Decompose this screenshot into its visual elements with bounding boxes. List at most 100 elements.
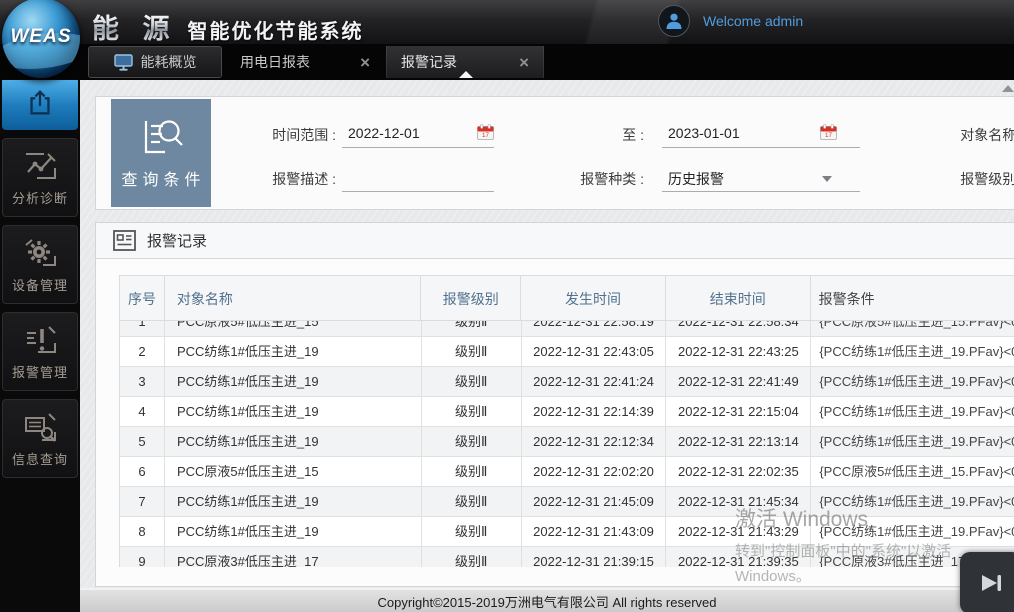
to-value[interactable]: 2023-01-01 xyxy=(668,125,740,141)
cell-alarm-condition: {PCC原液5#低压主进_15.PFav}<0.9 xyxy=(811,321,1014,336)
column-header-condition[interactable]: 报警条件 xyxy=(811,276,1014,320)
tab-label: 能耗概览 xyxy=(141,52,197,72)
table-row[interactable]: 5 PCC纺练1#低压主进_19 级别Ⅱ 2022-12-31 22:12:34… xyxy=(120,427,1014,457)
footer: Copyright©2015-2019万洲电气有限公司 All rights r… xyxy=(80,588,1014,612)
cell-start-time: 2022-12-31 22:41:24 xyxy=(522,367,667,396)
cell-end-time: 2022-12-31 22:43:25 xyxy=(666,337,811,366)
table-row[interactable]: 6 PCC原液5#低压主进_15 级别Ⅱ 2022-12-31 22:02:20… xyxy=(120,457,1014,487)
to-underline xyxy=(662,147,860,148)
alarm-type-select[interactable]: 历史报警 xyxy=(668,169,724,189)
table-row[interactable]: 1 PCC原液5#低压主进_15 级别Ⅱ 2022-12-31 22:58:19… xyxy=(120,321,1014,337)
query-conditions-block: 查询条件 xyxy=(111,99,211,207)
alarm-table-viewport: 1 PCC原液5#低压主进_15 级别Ⅱ 2022-12-31 22:58:19… xyxy=(119,321,1014,567)
tab-alarm-records[interactable]: 报警记录 × xyxy=(386,46,544,78)
tab-bar: 能耗概览 用电日报表 × 报警记录 × xyxy=(0,44,1014,80)
column-header-index[interactable]: 序号 xyxy=(120,276,165,320)
form-icon xyxy=(113,230,136,251)
table-row[interactable]: 8 PCC纺练1#低压主进_19 级别Ⅱ 2022-12-31 21:43:09… xyxy=(120,517,1014,547)
cell-end-time: 2022-12-31 22:58:34 xyxy=(666,321,811,336)
user-avatar-icon[interactable] xyxy=(658,5,690,37)
sidebar-item-analysis[interactable]: 分析诊断 xyxy=(2,138,78,217)
sidebar-item-info-query[interactable]: 信息查询 xyxy=(2,399,78,478)
tab-energy-overview[interactable]: 能耗概览 xyxy=(88,46,222,78)
cell-alarm-condition: {PCC纺练1#低压主进_19.PFav}<0.9 xyxy=(811,487,1014,516)
info-search-icon xyxy=(22,410,58,444)
sidebar-item-label: 设备管理 xyxy=(12,275,68,294)
cell-alarm-level: 级别Ⅱ xyxy=(422,457,522,486)
column-header-end[interactable]: 结束时间 xyxy=(666,276,811,320)
cell-end-time: 2022-12-31 22:15:04 xyxy=(666,397,811,426)
user-area[interactable]: Welcome admin xyxy=(658,5,803,37)
calendar-icon[interactable]: 17 xyxy=(477,124,494,140)
sidebar-item-device[interactable]: 设备管理 xyxy=(2,225,78,304)
cell-end-time: 2022-12-31 22:02:35 xyxy=(666,457,811,486)
column-header-level[interactable]: 报警级别 xyxy=(421,276,521,320)
table-row[interactable]: 9 PCC原液3#低压主进_17 级别Ⅱ 2022-12-31 21:39:15… xyxy=(120,547,1014,567)
app-window: 能 源 智能优化节能系统 Welcome admin WEAS 能耗概览 xyxy=(0,0,1014,612)
analysis-icon xyxy=(22,149,58,183)
alarm-icon xyxy=(22,323,58,357)
panel-header: 报警记录 xyxy=(96,223,1014,259)
logo-text: WEAS xyxy=(6,26,76,48)
cell-start-time: 2022-12-31 21:45:09 xyxy=(522,487,667,516)
alarm-desc-underline xyxy=(342,191,494,192)
weas-logo[interactable]: WEAS xyxy=(2,0,80,78)
cell-alarm-level: 级别Ⅱ xyxy=(422,367,522,396)
svg-text:17: 17 xyxy=(825,132,832,139)
time-range-value[interactable]: 2022-12-01 xyxy=(348,125,420,141)
cell-start-time: 2022-12-31 22:02:20 xyxy=(522,457,667,486)
cell-index: 5 xyxy=(120,427,165,456)
scroll-up-arrow-icon[interactable] xyxy=(1002,85,1014,92)
sidebar-item-alarm[interactable]: 报警管理 xyxy=(2,312,78,391)
cell-alarm-level: 级别Ⅱ xyxy=(422,337,522,366)
panel-title: 报警记录 xyxy=(147,230,207,251)
cell-index: 7 xyxy=(120,487,165,516)
object-name-label: 对象名称 : xyxy=(934,125,1014,145)
cell-object-name: PCC纺练1#低压主进_19 xyxy=(165,397,422,426)
close-icon[interactable]: × xyxy=(360,54,370,71)
table-row[interactable]: 3 PCC纺练1#低压主进_19 级别Ⅱ 2022-12-31 22:41:24… xyxy=(120,367,1014,397)
cell-start-time: 2022-12-31 22:12:34 xyxy=(522,427,667,456)
cell-alarm-condition: {PCC纺练1#低压主进_19.PFav}<0.9 xyxy=(811,427,1014,456)
column-header-object[interactable]: 对象名称 xyxy=(165,276,422,320)
table-row[interactable]: 2 PCC纺练1#低压主进_19 级别Ⅱ 2022-12-31 22:43:05… xyxy=(120,337,1014,367)
sidebar-item-label: 信息查询 xyxy=(12,449,68,468)
alarm-level-label: 报警级别 : xyxy=(934,169,1014,189)
cell-alarm-level: 级别Ⅱ xyxy=(422,547,522,567)
alarm-type-label: 报警种类 : xyxy=(554,169,644,189)
cell-index: 8 xyxy=(120,517,165,546)
sidebar: 分析诊断 设备管理 xyxy=(0,0,80,612)
top-header: 能 源 智能优化节能系统 Welcome admin xyxy=(0,0,1014,44)
app-title-primary: 能 源 xyxy=(92,7,178,46)
cell-start-time: 2022-12-31 21:39:15 xyxy=(522,547,667,567)
query-block-label: 查询条件 xyxy=(116,166,205,190)
column-header-start[interactable]: 发生时间 xyxy=(521,276,666,320)
sidebar-item-home[interactable] xyxy=(2,76,78,130)
active-tab-indicator xyxy=(459,71,473,78)
cell-alarm-level: 级别Ⅱ xyxy=(422,321,522,336)
tab-daily-power-report[interactable]: 用电日报表 × xyxy=(226,46,384,78)
close-icon[interactable]: × xyxy=(519,54,529,71)
assistant-button[interactable] xyxy=(960,552,1014,612)
alarm-table-body: 1 PCC原液5#低压主进_15 级别Ⅱ 2022-12-31 22:58:19… xyxy=(120,321,1014,567)
chevron-down-icon[interactable] xyxy=(822,176,832,182)
cell-end-time: 2022-12-31 22:13:14 xyxy=(666,427,811,456)
query-conditions-panel: 查询条件 时间范围 : 2022-12-01 17 至 : 2023-01-01 xyxy=(95,96,1014,210)
cell-object-name: PCC纺练1#低压主进_19 xyxy=(165,367,422,396)
app-title-secondary: 智能优化节能系统 xyxy=(188,15,364,44)
cell-index: 9 xyxy=(120,547,165,567)
monitor-icon xyxy=(114,54,133,71)
cell-object-name: PCC纺练1#低压主进_19 xyxy=(165,427,422,456)
cell-start-time: 2022-12-31 22:58:19 xyxy=(522,321,667,336)
cell-alarm-condition: {PCC纺练1#低压主进_19.PFav}<0.9 xyxy=(811,397,1014,426)
cell-object-name: PCC原液3#低压主进_17 xyxy=(165,547,422,567)
cell-start-time: 2022-12-31 22:14:39 xyxy=(522,397,667,426)
cell-end-time: 2022-12-31 21:43:29 xyxy=(666,517,811,546)
main-content: 查询条件 时间范围 : 2022-12-01 17 至 : 2023-01-01 xyxy=(80,80,1014,588)
calendar-icon[interactable]: 17 xyxy=(820,124,837,140)
cell-alarm-condition: {PCC纺练1#低压主进_19.PFav}<0.9 xyxy=(811,337,1014,366)
tab-label: 用电日报表 xyxy=(240,52,310,72)
table-row[interactable]: 7 PCC纺练1#低压主进_19 级别Ⅱ 2022-12-31 21:45:09… xyxy=(120,487,1014,517)
table-row[interactable]: 4 PCC纺练1#低压主进_19 级别Ⅱ 2022-12-31 22:14:39… xyxy=(120,397,1014,427)
cell-object-name: PCC纺练1#低压主进_19 xyxy=(165,487,422,516)
